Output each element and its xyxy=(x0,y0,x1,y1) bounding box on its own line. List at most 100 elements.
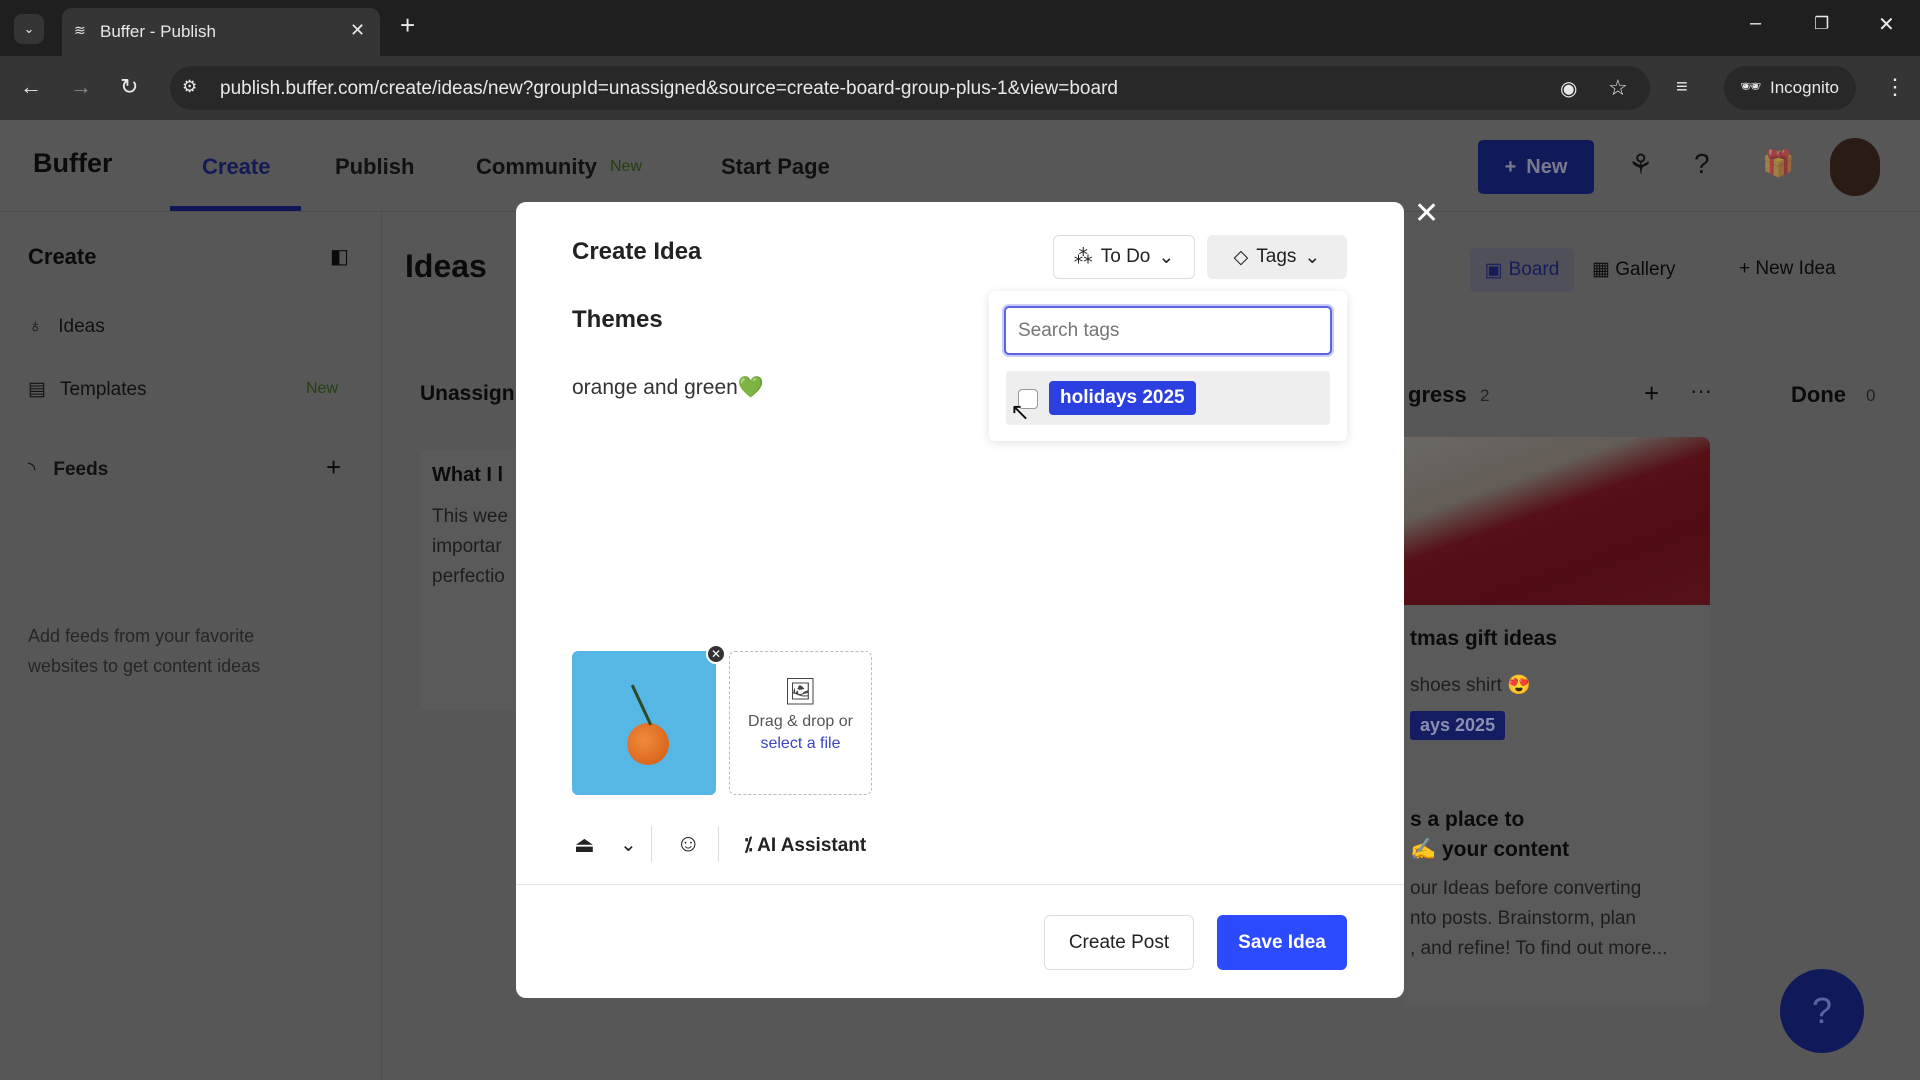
board-icon: ▣ xyxy=(1485,259,1503,282)
save-idea-button[interactable]: Save Idea xyxy=(1217,915,1347,970)
card-title: tmas gift ideas xyxy=(1410,627,1557,651)
feeds-hint: websites to get content ideas xyxy=(28,656,260,677)
eye-off-icon[interactable]: ◉ xyxy=(1560,76,1577,101)
orange-fruit xyxy=(627,723,669,765)
upload-icon[interactable]: ⏏ xyxy=(574,832,595,858)
sidebar-item-feeds[interactable]: ◝ Feeds xyxy=(28,458,108,481)
tags-dropdown[interactable]: ◇Tags⌄ xyxy=(1207,235,1347,279)
add-feed-icon[interactable]: + xyxy=(326,452,341,483)
idea-card[interactable]: What I l This wee importar perfectio xyxy=(420,450,516,710)
search-tags-input[interactable] xyxy=(1004,306,1332,355)
collapse-sidebar-icon[interactable]: ◧ xyxy=(330,244,349,269)
emoji-icon[interactable]: ☺ xyxy=(676,830,701,858)
image-drop-zone[interactable]: 🖼︎ Drag & drop or select a file xyxy=(729,651,872,795)
column-unassigned-title: Unassign xyxy=(420,382,515,406)
tab-title: Buffer - Publish xyxy=(100,22,216,42)
card-text: , and refine! To find out more... xyxy=(1410,938,1667,960)
buffer-logo[interactable]: Buffer xyxy=(33,148,113,179)
column-count: 2 xyxy=(1480,386,1489,406)
community-new-badge: New xyxy=(610,158,642,176)
reload-icon[interactable]: ↻ xyxy=(120,74,138,100)
plus-icon: + xyxy=(1739,258,1750,279)
add-card-icon[interactable]: + xyxy=(1644,378,1659,409)
active-nav-underline xyxy=(170,206,301,211)
nav-create[interactable]: Create xyxy=(202,154,270,180)
sidebar-item-label: Feeds xyxy=(53,459,108,480)
gallery-icon: ▦ xyxy=(1592,259,1610,280)
new-button-label: New xyxy=(1526,156,1567,179)
media-control-icon[interactable]: ≡ xyxy=(1676,76,1688,99)
close-tab-icon[interactable]: ✕ xyxy=(350,20,365,41)
ai-assistant-button[interactable]: ⁒ AI Assistant xyxy=(744,834,866,857)
back-icon[interactable]: ← xyxy=(20,74,42,100)
site-info-icon[interactable]: ⚙ xyxy=(182,77,197,97)
idea-card[interactable]: tmas gift ideas shoes shirt 😍 ays 2025 s… xyxy=(1404,437,1710,1007)
close-window-icon[interactable]: ✕ xyxy=(1878,12,1895,37)
board-label: Board xyxy=(1509,259,1560,281)
help-icon[interactable]: ? xyxy=(1694,148,1710,180)
chevron-down-icon: ⌄ xyxy=(1304,246,1320,269)
lightbulb-icon: ♁ xyxy=(28,316,42,337)
remove-image-icon[interactable]: ✕ xyxy=(706,644,726,664)
template-icon: ▤ xyxy=(28,379,46,400)
browser-menu-icon[interactable]: ⋮ xyxy=(1884,74,1906,100)
gift-icon[interactable]: 🎁 xyxy=(1762,148,1794,179)
address-bar[interactable]: ⚙ publish.buffer.com/create/ideas/new?gr… xyxy=(170,66,1650,110)
card-text: importar xyxy=(432,536,502,558)
help-chat-button[interactable]: ? xyxy=(1780,969,1864,1053)
tab-search-button[interactable]: ⌄ xyxy=(14,14,44,44)
chevron-down-icon: ⌄ xyxy=(1158,246,1174,269)
forward-icon[interactable]: → xyxy=(70,74,92,100)
nav-community[interactable]: Community xyxy=(476,154,597,180)
star-icon[interactable]: ☆ xyxy=(1608,75,1628,101)
gallery-label: Gallery xyxy=(1615,259,1675,280)
gallery-view-button[interactable]: ▦ Gallery xyxy=(1592,258,1675,281)
magic-wand-icon: ⁒ xyxy=(744,835,753,856)
tag-option-row[interactable]: holidays 2025 xyxy=(1006,371,1330,425)
templates-new-badge: New xyxy=(306,380,338,398)
sidebar-item-label: Templates xyxy=(60,379,147,400)
new-tab-icon[interactable]: + xyxy=(400,10,415,41)
buffer-favicon-icon: ≋ xyxy=(74,22,86,39)
avatar[interactable] xyxy=(1830,138,1880,196)
tag-chip: holidays 2025 xyxy=(1049,381,1196,415)
browser-tab-bar: ⌄ ≋ Buffer - Publish ✕ + – ❐ ✕ xyxy=(0,0,1920,56)
idea-body-editor[interactable]: orange and green💚 xyxy=(572,376,764,400)
sidebar-item-ideas[interactable]: ♁ Ideas xyxy=(28,316,105,338)
nav-start-page[interactable]: Start Page xyxy=(721,154,830,180)
new-idea-button[interactable]: + New Idea xyxy=(1739,258,1836,280)
sidebar-item-label: Ideas xyxy=(58,316,104,337)
rss-icon: ◝ xyxy=(28,459,35,480)
column-in-progress-title: gress xyxy=(1408,382,1467,408)
column-menu-icon[interactable]: ··· xyxy=(1690,378,1712,404)
mouse-cursor-icon: ↖ xyxy=(1010,398,1030,427)
create-post-label: Create Post xyxy=(1069,932,1169,954)
url-text[interactable]: publish.buffer.com/create/ideas/new?grou… xyxy=(220,78,1118,100)
plus-icon: + xyxy=(1505,156,1517,179)
divider xyxy=(651,826,652,862)
sidebar: Create ◧ ♁Ideas ▤TemplatesNew ◝Feeds + A… xyxy=(0,212,382,1080)
incognito-badge[interactable]: 🕶 Incognito xyxy=(1724,66,1856,110)
board-view-button[interactable]: ▣ Board xyxy=(1470,248,1574,292)
tags-popover: holidays 2025 xyxy=(989,291,1347,441)
select-file-link[interactable]: select a file xyxy=(730,735,871,753)
new-button[interactable]: + New xyxy=(1478,140,1594,194)
sidebar-item-templates[interactable]: ▤ Templates New xyxy=(28,378,348,401)
close-modal-icon[interactable]: ✕ xyxy=(1414,196,1439,231)
idea-title-input[interactable]: Themes xyxy=(572,306,663,334)
chevron-down-icon[interactable]: ⌄ xyxy=(620,832,637,857)
plant-icon[interactable]: ⚘ xyxy=(1628,148,1653,181)
card-text: our Ideas before converting xyxy=(1410,878,1641,900)
app-header: Buffer Create Publish Community New Star… xyxy=(0,120,1920,212)
uploaded-image-thumbnail[interactable] xyxy=(572,651,716,795)
divider xyxy=(718,826,719,862)
nav-publish[interactable]: Publish xyxy=(335,154,414,180)
restore-icon[interactable]: ❐ xyxy=(1814,14,1829,34)
column-done-title: Done xyxy=(1791,382,1846,408)
card-title: ✍️ your content xyxy=(1410,838,1569,862)
minimize-icon[interactable]: – xyxy=(1750,12,1761,35)
browser-tab[interactable]: ≋ Buffer - Publish ✕ xyxy=(62,8,380,56)
status-dropdown[interactable]: ⁂To Do⌄ xyxy=(1053,235,1195,279)
column-count: 0 xyxy=(1866,386,1875,406)
create-post-button[interactable]: Create Post xyxy=(1044,915,1194,970)
